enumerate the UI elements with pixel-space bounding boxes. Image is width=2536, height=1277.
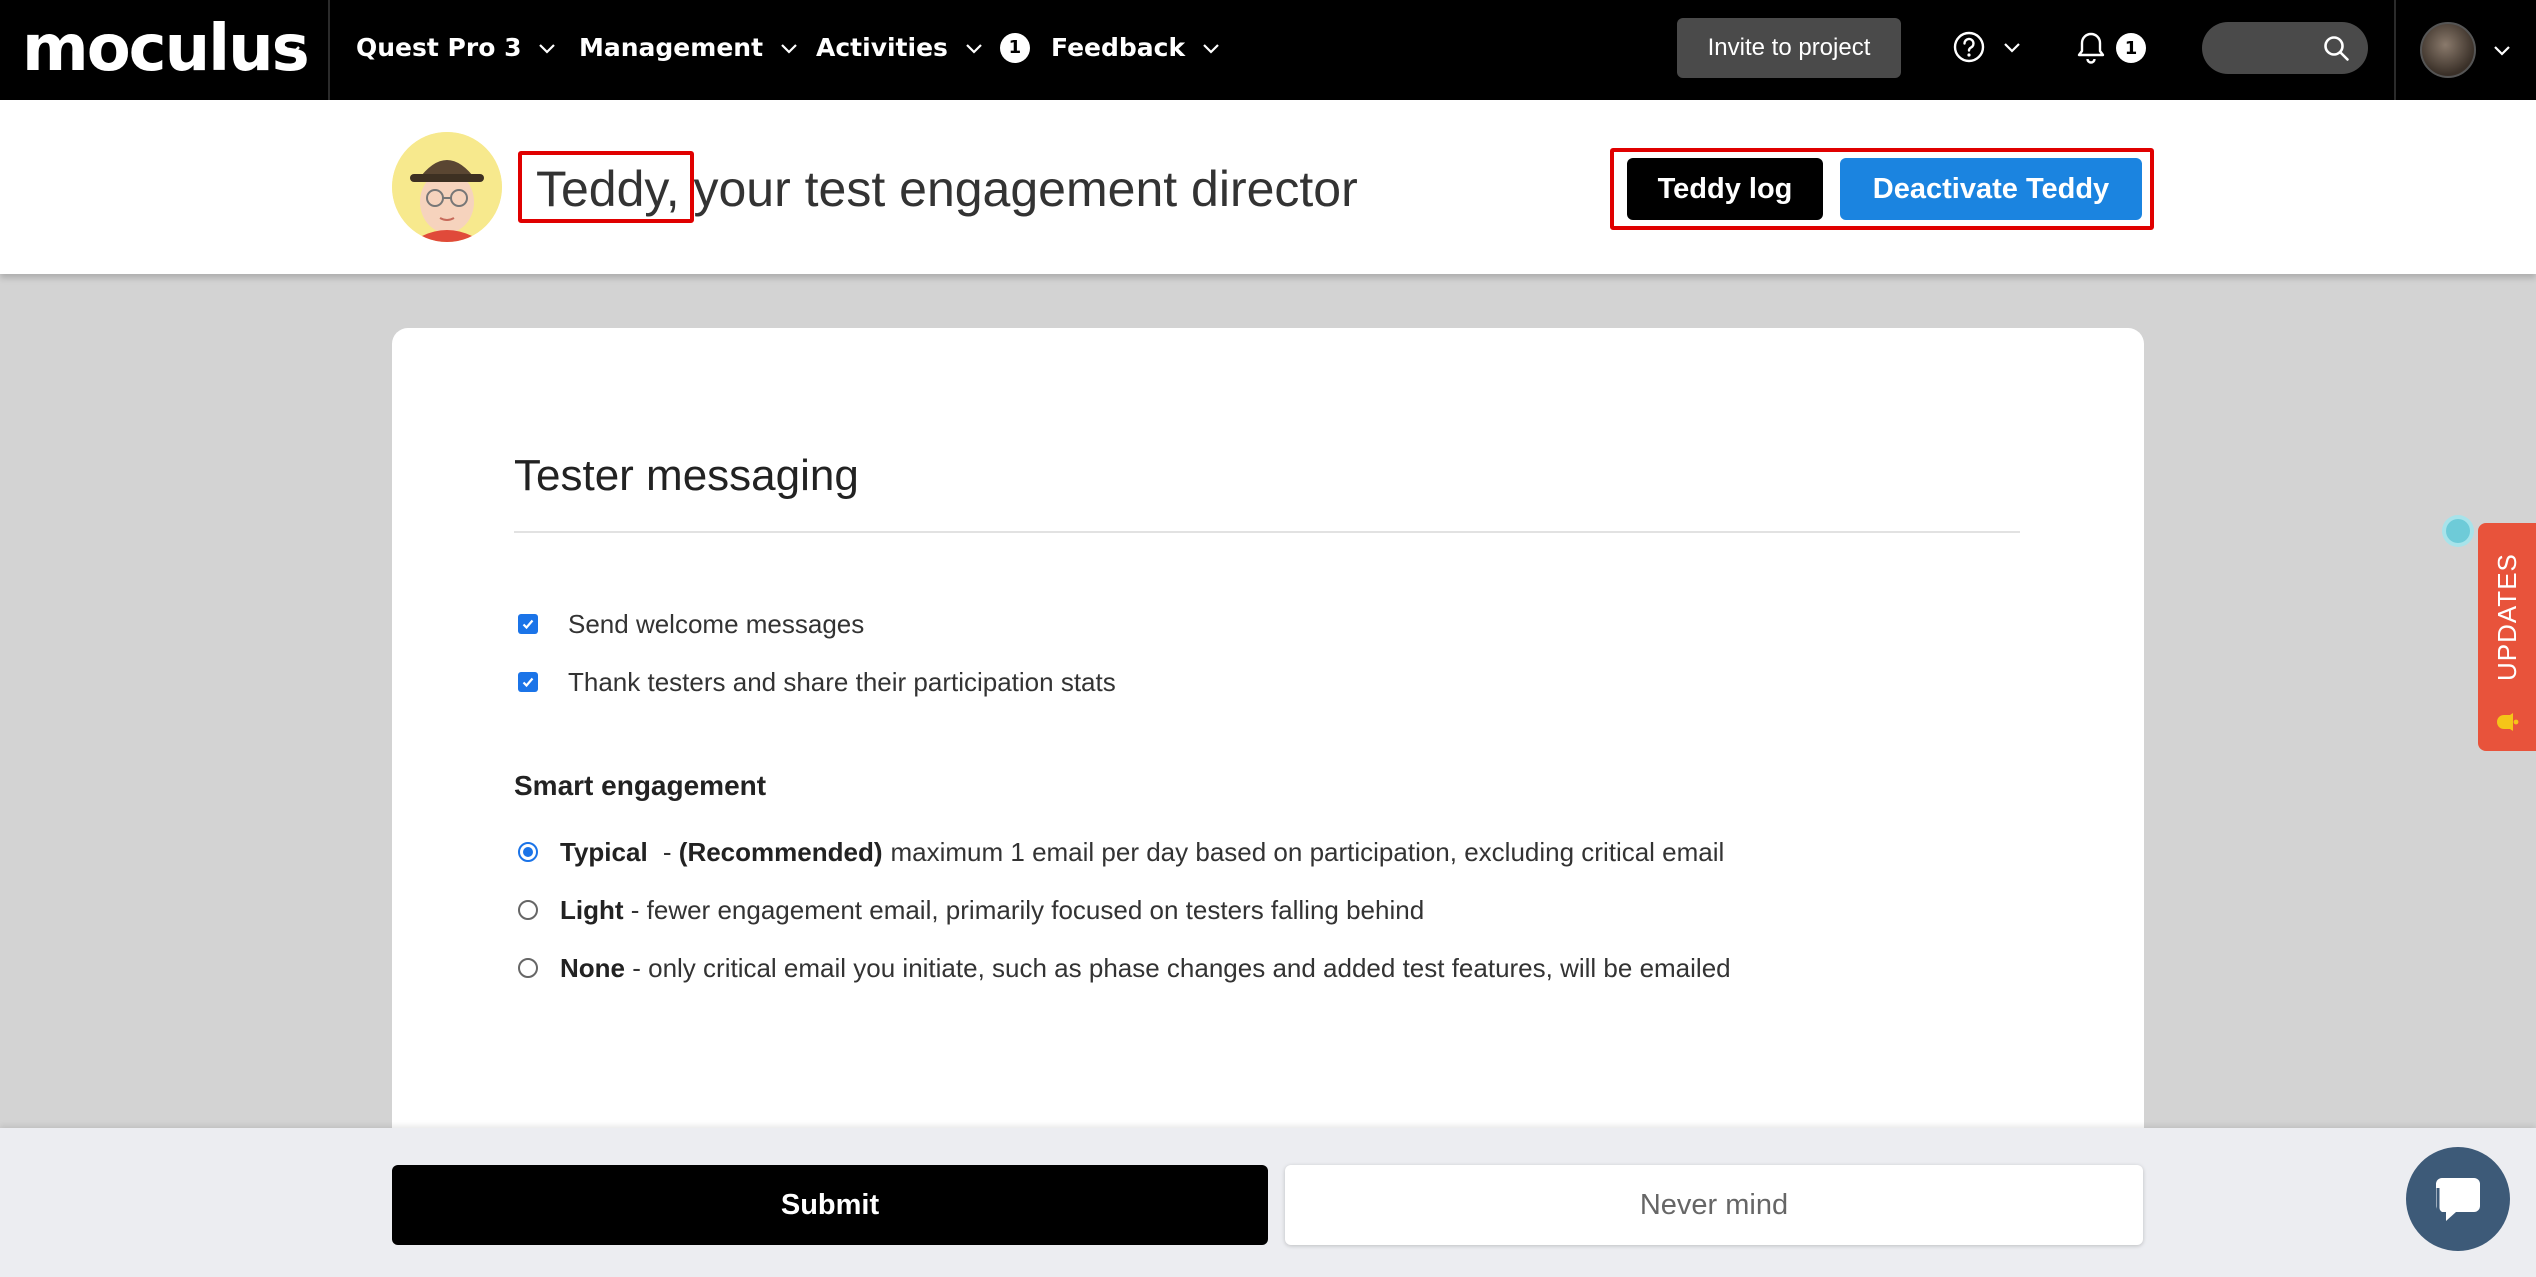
checkbox-label: Thank testers and share their participat… xyxy=(568,667,1116,697)
radio-button[interactable] xyxy=(518,842,538,862)
invite-button[interactable]: Invite to project xyxy=(1677,18,1901,78)
chevron-down-icon xyxy=(1203,44,1219,54)
top-nav: moculus Quest Pro 3 Management Activitie… xyxy=(0,0,2536,100)
radio-separator: - xyxy=(655,837,679,867)
radio-button[interactable] xyxy=(518,900,538,920)
settings-card: Tester messaging Send welcome messages T… xyxy=(392,328,2144,1228)
help-icon xyxy=(1953,31,1985,63)
check-icon xyxy=(522,619,534,630)
radio-separator: - xyxy=(625,953,649,983)
action-bar xyxy=(0,1128,2536,1277)
radio-button[interactable] xyxy=(518,958,538,978)
help-menu[interactable] xyxy=(1952,30,2024,64)
check-icon xyxy=(522,677,534,688)
section-title: Tester messaging xyxy=(514,451,859,500)
bell-updates-icon xyxy=(2497,713,2519,731)
chevron-down-icon xyxy=(2494,46,2510,56)
section-divider xyxy=(514,531,2020,533)
radio-separator: - xyxy=(623,895,647,925)
bell-icon xyxy=(2077,32,2105,64)
checkbox-label: Send welcome messages xyxy=(568,609,865,639)
chevron-down-icon xyxy=(539,44,556,54)
nav-divider xyxy=(2394,0,2396,100)
teddy-log-button[interactable]: Teddy log xyxy=(1627,158,1823,220)
radio-description: maximum 1 email per day based on partici… xyxy=(890,837,1725,867)
never-mind-button[interactable]: Never mind xyxy=(1285,1165,2143,1245)
deactivate-teddy-button[interactable]: Deactivate Teddy xyxy=(1840,158,2142,220)
updates-indicator xyxy=(2446,519,2470,543)
chat-button[interactable] xyxy=(2406,1147,2510,1251)
checkbox-thank-testers[interactable]: Thank testers and share their participat… xyxy=(518,664,1116,700)
nav-item-feedback[interactable]: Feedback xyxy=(1051,30,1223,66)
radio-typical[interactable]: Typical - (Recommended) maximum 1 email … xyxy=(518,834,1724,870)
submit-button[interactable]: Submit xyxy=(392,1165,1268,1245)
recommended-tag: (Recommended) xyxy=(678,837,883,867)
chevron-down-icon xyxy=(966,44,982,54)
logo[interactable]: moculus xyxy=(22,14,310,84)
radio-none[interactable]: None - only critical email you initiate,… xyxy=(518,950,1731,986)
user-menu[interactable] xyxy=(2420,22,2514,78)
nav-item-label: Activities xyxy=(816,33,948,62)
teddy-avatar xyxy=(392,132,502,242)
nav-item-activities[interactable]: Activities 1 xyxy=(816,30,1030,66)
nav-item-label: Management xyxy=(579,33,764,62)
nav-item-label: Feedback xyxy=(1051,33,1186,62)
chat-icon xyxy=(2436,1178,2480,1221)
updates-tab[interactable]: UPDATES xyxy=(2478,523,2536,751)
nav-item-label: Quest Pro 3 xyxy=(356,33,522,62)
nav-item-management[interactable]: Management xyxy=(579,30,801,66)
activities-badge: 1 xyxy=(999,33,1030,63)
radio-description: only critical email you initiate, such a… xyxy=(648,953,1731,983)
avatar[interactable] xyxy=(2420,22,2476,78)
chevron-down-icon[interactable] xyxy=(280,38,304,62)
notifications[interactable]: 1 xyxy=(2074,30,2146,66)
notifications-badge: 1 xyxy=(2116,33,2146,63)
radio-label: None xyxy=(560,953,625,983)
nav-item-project[interactable]: Quest Pro 3 xyxy=(356,30,559,66)
teddy-illustration xyxy=(392,132,502,242)
chevron-down-icon xyxy=(2004,43,2020,53)
nav-divider xyxy=(328,0,330,100)
search-input[interactable] xyxy=(2202,22,2368,74)
radio-description: fewer engagement email, primarily focuse… xyxy=(646,895,1425,925)
chevron-down-icon xyxy=(781,44,797,54)
checkbox[interactable] xyxy=(518,614,538,634)
smart-engagement-heading: Smart engagement xyxy=(514,770,767,801)
checkbox[interactable] xyxy=(518,672,538,692)
checkbox-welcome-messages[interactable]: Send welcome messages xyxy=(518,606,864,642)
radio-light[interactable]: Light - fewer engagement email, primaril… xyxy=(518,892,1424,928)
radio-label: Light xyxy=(560,895,624,925)
search-icon[interactable] xyxy=(2322,34,2350,62)
highlight-box-name xyxy=(518,151,694,223)
updates-label: UPDATES xyxy=(2492,553,2522,681)
radio-label: Typical xyxy=(560,837,648,867)
